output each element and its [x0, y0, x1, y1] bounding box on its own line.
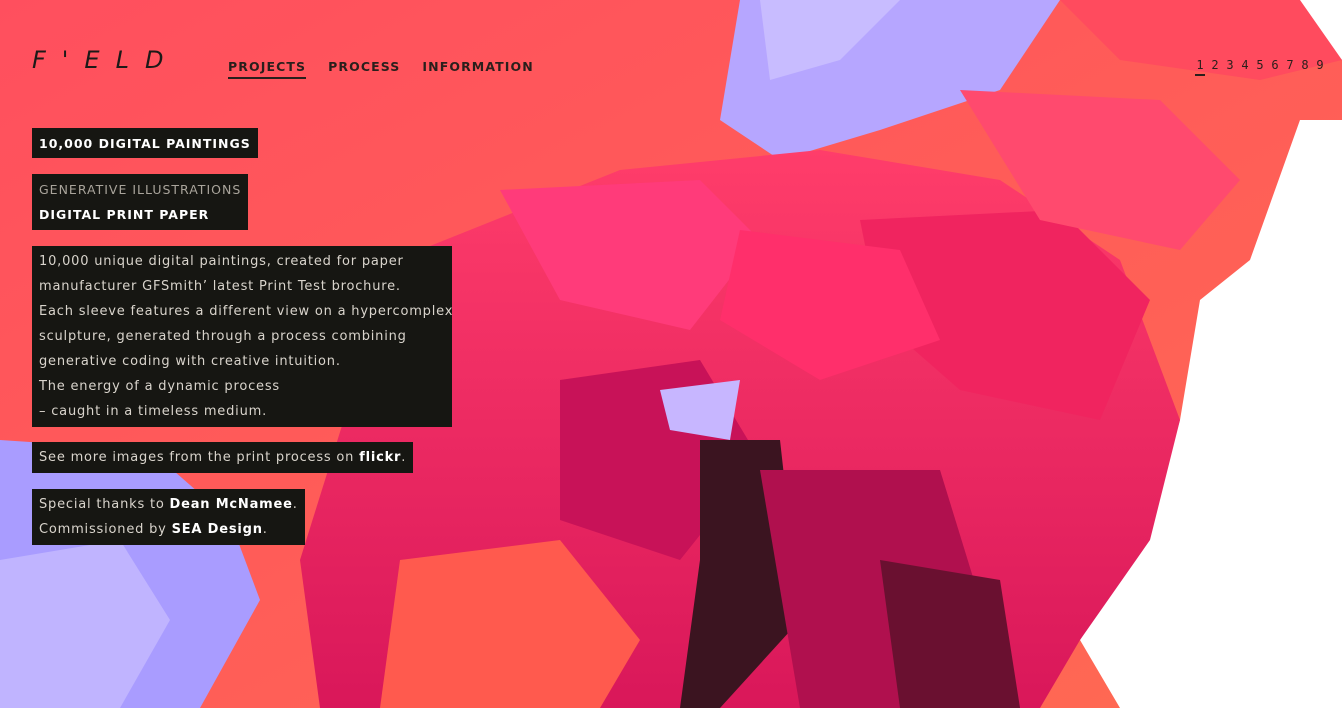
credits-panel: Special thanks to Dean McNamee. Commissi… — [32, 489, 305, 545]
category-generative-illustrations: GENERATIVE ILLUSTRATIONS — [39, 182, 242, 197]
pager-page-5[interactable]: 5 — [1255, 58, 1265, 76]
description-line: manufacturer GFSmith’ latest Print Test … — [39, 279, 401, 294]
pager-page-1[interactable]: 1 — [1195, 58, 1205, 76]
nav-projects[interactable]: PROJECTS — [228, 59, 307, 79]
description-line: 10,000 unique digital paintings, created… — [39, 254, 404, 269]
category-digital-print-paper: DIGITAL PRINT PAPER — [39, 207, 210, 222]
site-logo[interactable]: F'ELD — [32, 46, 179, 74]
dean-mcnamee-link[interactable]: Dean McNamee — [170, 497, 293, 512]
description-line: Each sleeve features a different view on… — [39, 304, 454, 319]
pager-page-7[interactable]: 7 — [1285, 58, 1295, 76]
nav-information[interactable]: INFORMATION — [422, 59, 533, 79]
project-categories-panel: GENERATIVE ILLUSTRATIONS DIGITAL PRINT P… — [32, 174, 249, 230]
project-title: 10,000 DIGITAL PAINTINGS — [39, 136, 251, 151]
description-line: sculpture, generated through a process c… — [39, 329, 407, 344]
description-line: The energy of a dynamic process — [39, 379, 280, 394]
pager-page-2[interactable]: 2 — [1210, 58, 1220, 76]
commission-suffix: . — [262, 522, 268, 537]
flickr-panel: See more images from the print process o… — [32, 442, 414, 473]
nav-process[interactable]: PROCESS — [328, 59, 400, 79]
thanks-text: Special thanks to — [39, 497, 170, 512]
pager-page-3[interactable]: 3 — [1225, 58, 1235, 76]
description-line: – caught in a timeless medium. — [39, 404, 268, 419]
description-line: generative coding with creative intuitio… — [39, 354, 341, 369]
commission-text: Commissioned by — [39, 522, 172, 537]
pager-page-4[interactable]: 4 — [1240, 58, 1250, 76]
sea-design-link[interactable]: SEA Design — [172, 522, 263, 537]
thanks-line: Special thanks to Dean McNamee. — [39, 492, 298, 517]
project-title-panel: 10,000 DIGITAL PAINTINGS — [32, 128, 258, 158]
flickr-text: See more images from the print process o… — [39, 450, 360, 465]
pager-page-9[interactable]: 9 — [1315, 58, 1325, 76]
flickr-link[interactable]: flickr — [359, 450, 401, 465]
project-description-panel: 10,000 unique digital paintings, created… — [32, 246, 452, 427]
image-pager: 1 2 3 4 5 6 7 8 9 — [1195, 58, 1325, 76]
commission-line: Commissioned by SEA Design. — [39, 517, 298, 542]
main-nav: PROJECTS PROCESS INFORMATION — [228, 59, 534, 79]
thanks-suffix: . — [292, 497, 298, 512]
pager-page-8[interactable]: 8 — [1300, 58, 1310, 76]
flickr-suffix: . — [401, 450, 407, 465]
pager-page-6[interactable]: 6 — [1270, 58, 1280, 76]
